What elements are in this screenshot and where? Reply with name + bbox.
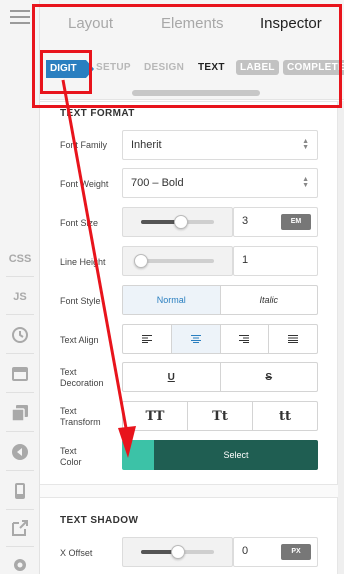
text-format-panel: TEXT FORMAT Font Family Inherit ▲ ▼ Font … (40, 101, 338, 485)
css-button[interactable]: CSS (0, 253, 40, 265)
back-icon[interactable] (11, 443, 29, 461)
x-offset-slider[interactable] (122, 537, 233, 567)
font-size-value: 3 (242, 215, 249, 227)
x-offset-unit[interactable]: PX (281, 544, 311, 560)
x-offset-value: 0 (242, 545, 249, 557)
font-family-label: Font Family (60, 140, 108, 150)
font-style-italic[interactable]: Italic (221, 286, 318, 314)
font-weight-label: Font Weight (60, 179, 109, 189)
slider-handle[interactable] (170, 545, 185, 559)
font-size-slider[interactable] (122, 207, 233, 237)
slider-handle[interactable] (134, 254, 148, 268)
font-family-value: Inherit (131, 139, 162, 151)
text-color-label: Text Color (60, 446, 82, 467)
justify-align-icon[interactable] (269, 325, 317, 353)
inspector-content: TEXT FORMAT Font Family Inherit ▲ ▼ Font … (40, 101, 344, 574)
font-style-toggle: Normal Italic (122, 285, 318, 315)
external-link-icon[interactable] (11, 519, 29, 537)
text-align-toggle (122, 324, 318, 354)
select-color-button[interactable]: Select (154, 440, 318, 470)
section-title-text-shadow: TEXT SHADOW (60, 515, 139, 526)
text-align-label: Text Align (60, 335, 99, 345)
capitalize-button[interactable]: Tt (188, 402, 253, 430)
center-align-icon[interactable] (171, 325, 221, 353)
gear-icon[interactable] (11, 556, 29, 574)
font-style-normal[interactable]: Normal (123, 286, 221, 314)
slider-handle[interactable] (174, 215, 189, 229)
lowercase-button[interactable]: tt (253, 402, 317, 430)
x-offset-label: X Offset (60, 548, 93, 558)
copy-icon[interactable] (11, 404, 29, 422)
text-decoration-label: Text Decoration (60, 367, 104, 388)
line-height-label: Line Height (60, 257, 106, 267)
font-family-select[interactable]: Inherit ▲ ▼ (122, 130, 318, 160)
line-height-input[interactable]: 1 (233, 246, 318, 276)
text-decoration-toggle: U S (122, 362, 318, 392)
left-align-icon[interactable] (123, 325, 172, 353)
line-height-slider[interactable] (122, 246, 233, 276)
line-height-value: 1 (242, 254, 249, 266)
js-button[interactable]: JS (0, 291, 40, 303)
underline-button[interactable]: U (123, 363, 221, 391)
history-icon[interactable] (11, 326, 29, 344)
color-swatch[interactable] (122, 440, 154, 470)
vertical-scrollbar[interactable] (338, 101, 344, 574)
annotation-box-digit (40, 50, 92, 94)
menu-icon[interactable] (10, 10, 30, 28)
right-align-icon[interactable] (221, 325, 270, 353)
text-transform-toggle: TT Tt tt (122, 401, 318, 431)
x-offset-input[interactable]: 0 PX (233, 537, 318, 567)
font-weight-value: 700 – Bold (131, 177, 184, 189)
text-shadow-panel: TEXT SHADOW X Offset 0 PX (40, 497, 338, 574)
font-size-unit[interactable]: EM (281, 214, 311, 230)
text-transform-label: Text Transform (60, 406, 101, 427)
chevron-updown-icon: ▲ ▼ (302, 176, 309, 189)
chevron-updown-icon: ▲ ▼ (302, 138, 309, 151)
panel-icon[interactable] (11, 365, 29, 383)
font-weight-select[interactable]: 700 – Bold ▲ ▼ (122, 168, 318, 198)
font-style-label: Font Style (60, 296, 101, 306)
section-title-text-format: TEXT FORMAT (60, 108, 135, 119)
text-color-picker: Select (122, 440, 318, 470)
strikethrough-button[interactable]: S (221, 363, 318, 391)
mobile-icon[interactable] (11, 482, 29, 500)
font-size-input[interactable]: 3 EM (233, 207, 318, 237)
font-size-label: Font Size (60, 218, 99, 228)
uppercase-button[interactable]: TT (123, 402, 188, 430)
